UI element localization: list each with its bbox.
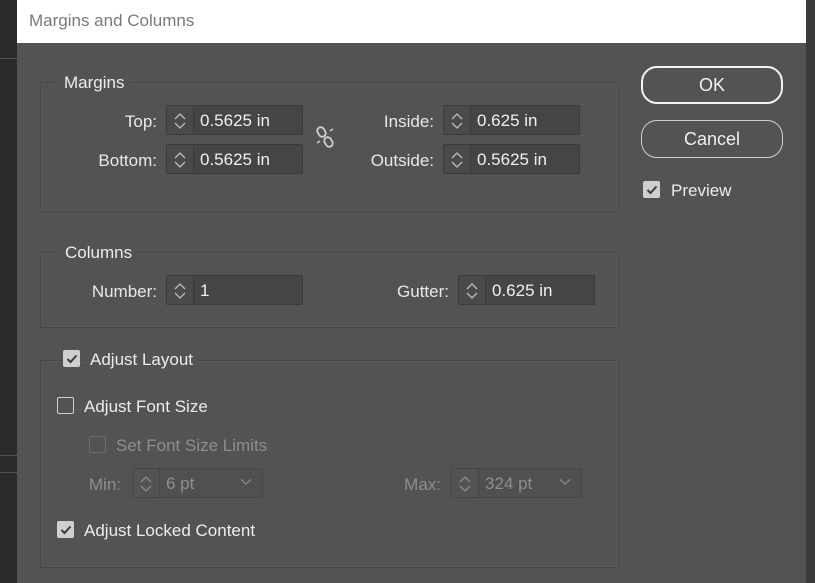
adjust-layout-checkbox[interactable] <box>63 350 80 367</box>
bottom-margin-field[interactable]: 0.5625 in <box>166 144 303 174</box>
min-font-size-value: 6 pt <box>166 474 195 493</box>
stepper-arrows-icon <box>174 283 186 299</box>
bottom-margin-value: 0.5625 in <box>200 150 270 169</box>
stepper-arrows-icon <box>459 476 471 492</box>
set-font-size-limits-label: Set Font Size Limits <box>116 436 268 455</box>
dialog-title: Margins and Columns <box>29 11 195 30</box>
background-app-right <box>806 0 815 583</box>
top-margin-field[interactable]: 0.5625 in <box>166 105 303 135</box>
adjust-locked-content-label[interactable]: Adjust Locked Content <box>84 521 255 541</box>
min-label: Min: <box>88 475 121 494</box>
top-label: Top: <box>124 112 157 131</box>
preview-label[interactable]: Preview <box>671 181 731 201</box>
gutter-field[interactable]: 0.625 in <box>458 275 595 305</box>
columns-number-stepper[interactable] <box>167 276 194 304</box>
stepper-arrows-icon <box>451 152 463 168</box>
broken-chain-link-icon[interactable] <box>315 125 335 154</box>
number-label: Number: <box>91 282 157 301</box>
adjust-font-size-checkbox[interactable] <box>57 397 74 414</box>
gutter-stepper[interactable] <box>459 276 486 304</box>
gutter-label: Gutter: <box>397 282 449 301</box>
chevron-down-icon <box>240 479 252 485</box>
min-font-size-stepper[interactable] <box>133 469 160 497</box>
set-font-size-limits-checkbox[interactable] <box>89 436 106 453</box>
inside-margin-field[interactable]: 0.625 in <box>443 105 580 135</box>
bottom-margin-stepper[interactable] <box>167 145 194 173</box>
inside-margin-value: 0.625 in <box>477 111 538 130</box>
chevron-down-icon <box>559 479 571 485</box>
checkmark-icon <box>60 525 72 535</box>
stepper-arrows-icon <box>451 113 463 129</box>
background-app-strip <box>0 0 17 583</box>
columns-legend: Columns <box>59 243 139 263</box>
checkmark-icon <box>66 354 78 364</box>
outside-margin-stepper[interactable] <box>444 145 471 173</box>
max-font-size-stepper[interactable] <box>452 469 479 497</box>
top-margin-stepper[interactable] <box>167 106 194 134</box>
top-margin-value: 0.5625 in <box>200 111 270 130</box>
inside-margin-stepper[interactable] <box>444 106 471 134</box>
cancel-button[interactable]: Cancel <box>641 120 783 158</box>
checkmark-icon <box>646 185 658 195</box>
adjust-layout-label[interactable]: Adjust Layout <box>84 350 200 370</box>
stepper-arrows-icon <box>174 113 186 129</box>
adjust-font-size-label[interactable]: Adjust Font Size <box>84 397 208 417</box>
outside-margin-value: 0.5625 in <box>477 150 547 169</box>
dialog-titlebar[interactable]: Margins and Columns <box>17 0 806 43</box>
max-font-size-value: 324 pt <box>485 474 533 493</box>
columns-number-value: 1 <box>200 281 210 300</box>
adjust-locked-content-checkbox[interactable] <box>57 521 74 538</box>
margins-legend: Margins <box>58 73 131 93</box>
stepper-arrows-icon <box>140 476 152 492</box>
inside-label: Inside: <box>383 112 434 131</box>
margins-and-columns-dialog: Margins and Columns Margins Top: 0.5625 … <box>17 0 806 583</box>
columns-number-field[interactable]: 1 <box>166 275 303 305</box>
outside-margin-field[interactable]: 0.5625 in <box>443 144 580 174</box>
preview-checkbox[interactable] <box>643 181 660 198</box>
max-label: Max: <box>404 475 441 494</box>
bottom-label: Bottom: <box>98 151 157 170</box>
max-font-size-field[interactable]: 324 pt <box>451 468 582 498</box>
stepper-arrows-icon <box>174 152 186 168</box>
min-font-size-field[interactable]: 6 pt <box>132 468 263 498</box>
outside-label: Outside: <box>370 151 434 170</box>
gutter-value: 0.625 in <box>492 281 553 300</box>
ok-button[interactable]: OK <box>641 66 783 104</box>
stepper-arrows-icon <box>466 283 478 299</box>
